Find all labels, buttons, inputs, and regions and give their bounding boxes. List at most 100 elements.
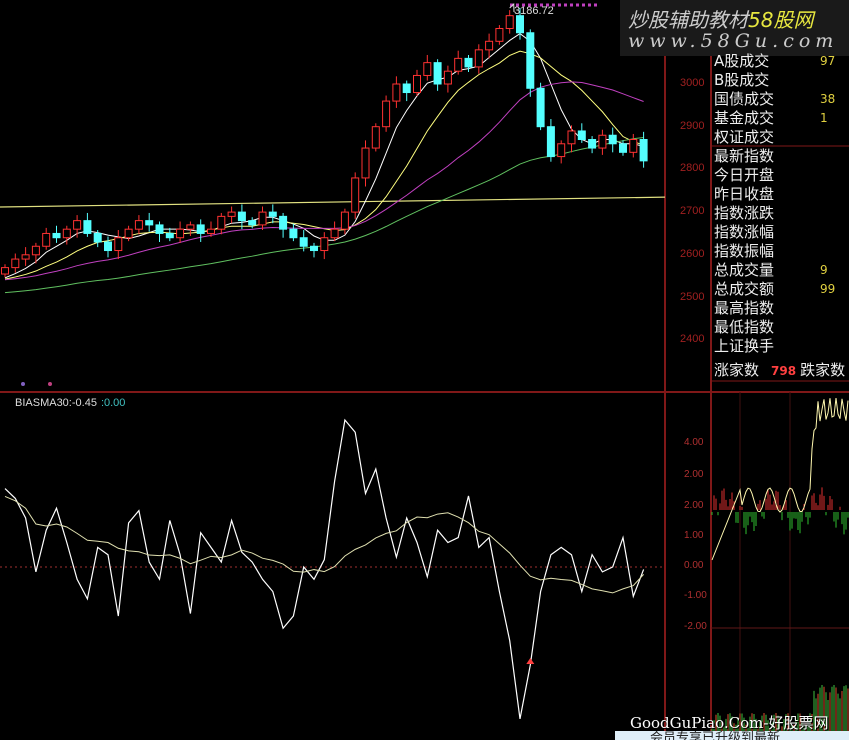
info-row: 今日开盘 — [714, 166, 849, 185]
candle-up — [485, 40, 494, 51]
info-row: 国债成交 38 — [714, 90, 849, 109]
price-tick: 2400 — [680, 333, 705, 346]
info-row: 最新指数 — [714, 147, 849, 166]
candle-up — [1, 267, 9, 275]
candle-down — [639, 139, 648, 162]
up-label: 涨家数 — [714, 361, 760, 379]
candle-down — [464, 57, 473, 68]
price-tick: 2600 — [680, 247, 705, 260]
candle-up — [629, 139, 638, 153]
info-label: 今日开盘 — [714, 166, 775, 184]
candle-down — [145, 220, 154, 226]
info-label: 基金成交 — [714, 109, 775, 127]
stock-chart-window: 3000 2900 2800 2700 2600 2500 2400 4.00 2.00 2.0… — [0, 0, 849, 740]
candle-down — [155, 224, 164, 234]
biasma-line — [4, 495, 644, 594]
candle-down — [526, 32, 535, 89]
bias-line — [4, 418, 645, 720]
info-row: 指数振幅 — [714, 242, 849, 261]
info-row: B股成交 — [714, 71, 849, 90]
candle-up — [423, 62, 432, 76]
info-label: 指数振幅 — [714, 242, 775, 260]
info-label: 上证换手 — [714, 337, 775, 355]
info-label: 国债成交 — [714, 90, 775, 108]
info-row: 指数涨跌 — [714, 204, 849, 223]
candle-down — [536, 87, 545, 128]
candle-up — [413, 74, 421, 94]
info-label: 权证成交 — [714, 128, 775, 146]
advance-decline-row: 涨家数 798 跌家数 — [714, 360, 849, 381]
candle-down — [516, 15, 524, 34]
peak-price-label: 3186.72 — [514, 5, 554, 17]
candle-down — [619, 143, 627, 153]
info-value: 99 — [820, 282, 836, 296]
candle-down — [546, 126, 555, 158]
info-label: 总成交额 — [714, 280, 775, 298]
price-tick: 2500 — [680, 290, 705, 303]
info-row: 上证换手 — [714, 337, 849, 356]
candle-up — [371, 126, 380, 149]
info-row: A股成交 97 — [714, 52, 849, 71]
candle-down — [588, 139, 597, 149]
candle-down — [268, 211, 277, 217]
info-value: 97 — [820, 54, 836, 68]
candle-down — [196, 224, 205, 234]
banner-url: www.58Gu.com — [628, 30, 839, 52]
candle-up — [207, 228, 215, 234]
candle-up — [382, 100, 391, 128]
candle-down — [104, 241, 112, 252]
info-label: 指数涨幅 — [714, 223, 775, 241]
candle-up — [392, 83, 401, 102]
candle-up — [227, 211, 236, 217]
candle-up — [567, 130, 576, 145]
info-label: A股成交 — [714, 52, 770, 70]
up-count: 798 — [771, 364, 797, 378]
candle-down — [310, 245, 318, 252]
candle-up — [454, 57, 463, 72]
info-row: 昨日收盘 — [714, 185, 849, 204]
candle-up — [186, 224, 195, 230]
info-row: 最高指数 — [714, 299, 849, 318]
info-row: 总成交量 9 — [714, 261, 849, 280]
candle-up — [505, 15, 514, 29]
intraday-tick: 2.00 — [684, 469, 704, 480]
banner-brand: 58股网 — [748, 8, 814, 32]
candle-up — [114, 237, 123, 252]
intraday-tick: 4.00 — [684, 437, 704, 448]
intraday-tick: 2.00 — [684, 500, 704, 511]
candle-down — [279, 215, 288, 230]
info-label: 最新指数 — [714, 147, 775, 165]
info-label: 最低指数 — [714, 318, 775, 336]
indicator-name: BIASMA30:-0.45 — [15, 397, 97, 409]
info-value: 38 — [820, 92, 836, 106]
candle-down — [52, 232, 61, 239]
candle-down — [237, 211, 246, 222]
banner-title: 炒股辅助教材 — [628, 8, 748, 32]
candle-up — [598, 134, 607, 149]
candle-up — [62, 228, 71, 239]
down-label: 跌家数 — [800, 361, 846, 379]
candle-up — [340, 211, 349, 230]
indicator-value: :0.00 — [100, 397, 126, 409]
reference-line — [0, 196, 666, 208]
market-info-panel: A股成交 97 B股成交 国债成交 38 基金成交 1 权证成交 最新指数 今日开盘 昨日收盘 指数涨… — [714, 52, 849, 356]
intraday-index-line — [711, 397, 849, 561]
info-value: 9 — [820, 263, 828, 277]
bottom-notice-bar[interactable]: 会员专享已升级到最新 — [615, 731, 849, 740]
info-row: 指数涨幅 — [714, 223, 849, 242]
info-row: 权证成交 — [714, 128, 849, 147]
candle-down — [577, 130, 586, 141]
ma40-line — [4, 136, 644, 294]
candle-up — [320, 237, 329, 252]
candle-up — [42, 232, 51, 247]
candle-down — [93, 232, 102, 243]
candle-up — [495, 27, 504, 42]
indicator-title[interactable]: BIASMA30:-0.45:0.00 — [15, 397, 125, 409]
price-tick: 2700 — [680, 205, 705, 218]
candle-up — [474, 49, 483, 68]
info-row: 基金成交 1 — [714, 109, 849, 128]
price-tick: 2900 — [680, 119, 705, 132]
candle-down — [299, 237, 308, 247]
candle-down — [289, 228, 298, 239]
candle-up — [176, 228, 185, 239]
